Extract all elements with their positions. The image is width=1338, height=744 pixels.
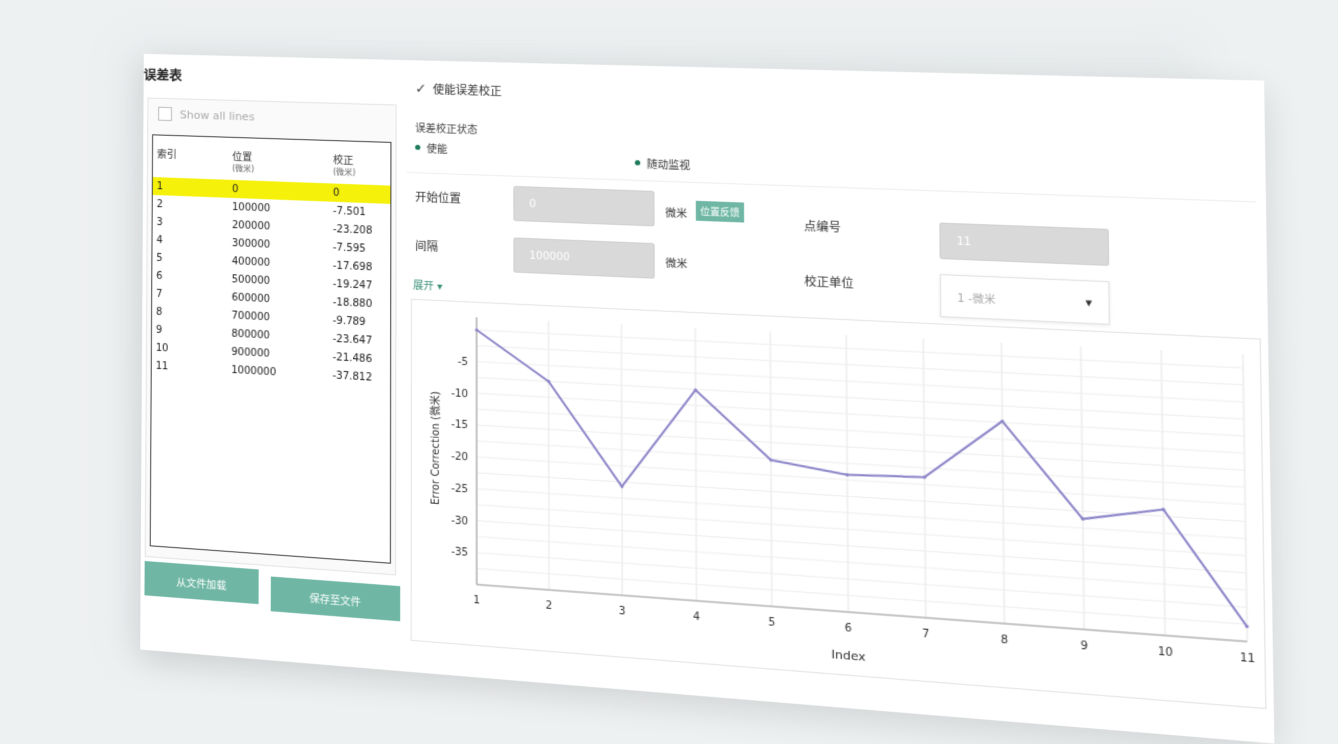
point-number-label: 点编号: [804, 217, 841, 235]
x-tick-label: 4: [693, 611, 700, 623]
grid-line-horizontal: [477, 569, 1247, 625]
check-icon[interactable]: ✓: [415, 81, 426, 97]
x-tick-label: 11: [1240, 652, 1256, 666]
y-tick-label: -5: [458, 356, 468, 368]
grid-line-vertical: [1243, 354, 1247, 641]
correction-unit-label: 校正单位: [804, 273, 853, 292]
table-cell: 11: [152, 357, 228, 379]
x-tick-label: 8: [1001, 634, 1009, 647]
error-table-window: 误差表 Show all lines 索引 位置(微米) 校正(微米) 1002…: [140, 54, 1274, 744]
enable-calibration[interactable]: ✓ 使能误差校正: [415, 81, 501, 100]
grid-line-vertical: [770, 331, 772, 606]
grid-line-vertical: [695, 328, 696, 601]
data-point: [846, 473, 849, 476]
grid-line-vertical: [1001, 343, 1004, 624]
show-all-checkbox[interactable]: [158, 107, 172, 121]
y-tick-label: -30: [451, 515, 468, 528]
x-tick-label: 7: [922, 628, 929, 641]
data-point: [547, 380, 550, 383]
calibration-status-label: 误差校正状态: [415, 119, 477, 136]
error-table[interactable]: 索引 位置(微米) 校正(微米) 1002100000-7.5013200000…: [150, 134, 392, 563]
data-point: [475, 328, 478, 331]
position-feedback-button[interactable]: 位置反馈: [696, 201, 744, 223]
left-panel: Show all lines 索引 位置(微米) 校正(微米) 10021000…: [145, 97, 397, 575]
radio-following[interactable]: 随动监视: [635, 155, 690, 172]
grid-line-horizontal: [477, 330, 1243, 368]
y-tick-label: -25: [451, 483, 468, 496]
start-position-unit: 微米: [665, 204, 687, 221]
load-from-file-button[interactable]: 从文件加载: [144, 561, 258, 604]
error-chart: -5 -10 -15 -20 -25 -30 -35 1 2 3 4 5 6 7 8 9 10 11 Index Er…: [411, 299, 1267, 709]
x-axis-label: Index: [831, 647, 866, 664]
grid-line-horizontal: [477, 521, 1246, 573]
grid-line-vertical: [621, 324, 622, 595]
column-header: 校正(微米): [329, 141, 390, 186]
radio-enabled[interactable]: 使能: [415, 140, 447, 156]
y-tick-label: -15: [451, 419, 468, 431]
x-tick-label: 2: [546, 600, 553, 612]
x-axis: [477, 585, 1247, 642]
radio-following-label: 随动监视: [647, 155, 690, 172]
point-number-input[interactable]: 11: [939, 223, 1109, 266]
show-all-lines[interactable]: Show all lines: [158, 107, 254, 124]
grid-line-vertical: [1161, 350, 1165, 635]
window-title: 误差表: [144, 64, 182, 84]
save-to-file-button[interactable]: 保存至文件: [271, 576, 401, 621]
table-cell: -37.812: [328, 366, 390, 388]
grid-line-horizontal: [477, 362, 1244, 402]
x-tick-label: 6: [845, 622, 852, 635]
interval-label: 间隔: [415, 238, 438, 255]
x-tick-label: 1: [473, 595, 480, 607]
y-tick-label: -10: [451, 388, 468, 400]
grid-line-vertical: [1081, 346, 1084, 629]
column-header: 索引: [153, 135, 228, 179]
grid-line-horizontal: [477, 409, 1245, 453]
column-header: 位置(微米): [228, 138, 329, 184]
y-axis-label: Error Correction (微米): [428, 391, 442, 505]
x-tick-label: 3: [619, 606, 626, 618]
enable-calibration-label: 使能误差校正: [433, 81, 502, 99]
radio-dot-icon: [415, 145, 420, 150]
x-tick-label: 5: [768, 617, 775, 629]
error-chart-svg: -5 -10 -15 -20 -25 -30 -35 1 2 3 4 5 6 7 8 9 10 11 Index Er…: [412, 300, 1266, 708]
grid-line-horizontal: [477, 537, 1247, 590]
interval-input[interactable]: 100000: [513, 237, 654, 278]
radio-enabled-label: 使能: [427, 140, 448, 156]
interval-unit: 微米: [666, 254, 688, 271]
correction-unit-select[interactable]: 1 -微米 ▾: [940, 274, 1110, 325]
data-point: [1245, 625, 1249, 629]
grid-line-horizontal: [477, 553, 1247, 608]
y-tick-label: -35: [451, 547, 468, 560]
x-tick-label: 9: [1080, 640, 1088, 653]
start-position-input[interactable]: 0: [513, 186, 654, 227]
y-tick-label: -20: [451, 451, 468, 464]
correction-unit-value: 1 -微米: [957, 288, 995, 306]
expand-link[interactable]: 展开 ▾: [413, 276, 442, 293]
chevron-down-icon: ▾: [1085, 295, 1092, 309]
radio-dot-icon: [635, 160, 640, 165]
grid-line-horizontal: [477, 393, 1244, 436]
start-position-label: 开始位置: [415, 189, 461, 207]
table-cell: 0: [329, 183, 390, 204]
x-tick-label: 10: [1158, 646, 1173, 660]
grid-line-horizontal: [477, 377, 1244, 419]
table-cell: -7.501: [329, 202, 390, 223]
grid-line-horizontal: [477, 346, 1244, 385]
show-all-label: Show all lines: [180, 108, 255, 123]
